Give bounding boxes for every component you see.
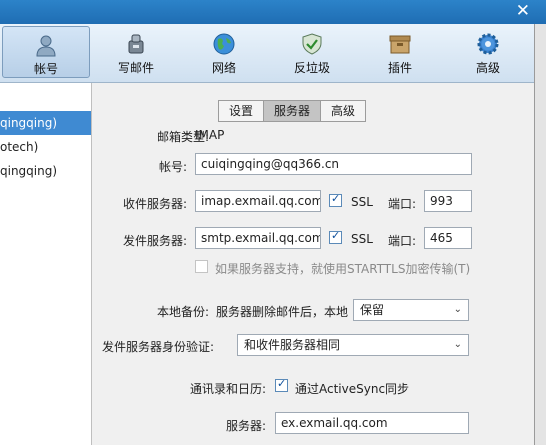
auth-label: 发件服务器身份验证: — [102, 340, 215, 354]
tab-server[interactable]: 服务器 — [263, 100, 321, 122]
outgoing-ssl-checkbox[interactable] — [329, 229, 342, 244]
close-icon[interactable]: ✕ — [516, 1, 530, 21]
backup-label: 本地备份: — [156, 305, 209, 319]
toolbar-label: 插件 — [387, 61, 412, 75]
gear-icon — [477, 33, 499, 55]
incoming-ssl-checkbox[interactable] — [329, 192, 342, 207]
tab-settings[interactable]: 设置 — [218, 100, 264, 122]
title-bar: ✕ — [0, 0, 546, 24]
toolbar-label: 写邮件 — [117, 61, 154, 75]
backup-select[interactable]: 保留 ⌄ — [353, 299, 469, 321]
outgoing-port-label: 端口: — [388, 234, 417, 248]
outgoing-server-label: 发件服务器: — [122, 234, 187, 248]
contacts-calendar-label: 通讯录和日历: — [189, 382, 266, 396]
account-label: 帐号: — [158, 160, 187, 174]
tab-bar: 设置 服务器 高级 — [218, 100, 367, 122]
incoming-ssl-label: SSL — [351, 195, 373, 209]
starttls-label: 如果服务器支持，就使用STARTTLS加密传输(T) — [215, 262, 471, 276]
toolbar-account-button[interactable]: 帐号 — [2, 26, 90, 78]
incoming-port-label: 端口: — [388, 197, 417, 211]
toolbar-label: 高级 — [475, 61, 500, 75]
starttls-checkbox[interactable] — [195, 260, 208, 273]
auth-select-value: 和收件服务器相同 — [244, 338, 341, 352]
compose-icon — [128, 34, 144, 54]
account-item[interactable]: qingqing) — [0, 111, 91, 135]
outgoing-ssl-label: SSL — [351, 232, 373, 246]
mailbox-type-value: IMAP — [195, 128, 225, 142]
outgoing-server-field[interactable]: smtp.exmail.qq.com — [195, 227, 321, 249]
chevron-down-icon: ⌄ — [453, 304, 462, 315]
tab-advanced[interactable]: 高级 — [320, 100, 367, 122]
incoming-port-field[interactable]: 993 — [424, 190, 472, 212]
toolbar: 帐号 写邮件 网络 反垃圾 插件 高级 — [0, 24, 534, 83]
chevron-down-icon: ⌄ — [453, 339, 462, 350]
activesync-server-field[interactable]: ex.exmail.qq.com — [275, 412, 469, 434]
backup-select-value: 保留 — [360, 303, 385, 317]
account-field[interactable]: cuiqingqing@qq366.cn — [195, 153, 472, 175]
account-item[interactable]: otech) — [0, 135, 91, 159]
activesync-checkbox[interactable] — [275, 377, 288, 392]
toolbar-antispam-button[interactable]: 反垃圾 — [268, 26, 356, 78]
window-edge — [534, 24, 546, 445]
toolbar-label: 网络 — [211, 61, 236, 75]
outgoing-port-field[interactable]: 465 — [424, 227, 472, 249]
user-icon — [36, 35, 56, 57]
activesync-server-label: 服务器: — [225, 419, 266, 433]
incoming-server-label: 收件服务器: — [122, 197, 187, 211]
toolbar-plugins-button[interactable]: 插件 — [356, 26, 444, 78]
globe-icon — [213, 33, 235, 55]
activesync-label: 通过ActiveSync同步 — [295, 382, 410, 396]
shield-icon — [302, 33, 322, 55]
account-item[interactable]: qingqing) — [0, 159, 91, 183]
auth-select[interactable]: 和收件服务器相同 ⌄ — [237, 334, 469, 356]
backup-description: 服务器删除邮件后，本地 — [216, 305, 349, 319]
settings-panel: 设置 服务器 高级 邮箱类型: IMAP 帐号: cuiqingqing@qq3… — [92, 83, 534, 445]
toolbar-label: 帐号 — [33, 62, 58, 76]
toolbar-advanced-button[interactable]: 高级 — [444, 26, 532, 78]
toolbar-label: 反垃圾 — [293, 61, 330, 75]
account-list: qingqing) otech) qingqing) — [0, 83, 92, 445]
toolbar-network-button[interactable]: 网络 — [180, 26, 268, 78]
toolbar-compose-button[interactable]: 写邮件 — [92, 26, 180, 78]
plugin-box-icon — [389, 35, 411, 54]
incoming-server-field[interactable]: imap.exmail.qq.com — [195, 190, 321, 212]
